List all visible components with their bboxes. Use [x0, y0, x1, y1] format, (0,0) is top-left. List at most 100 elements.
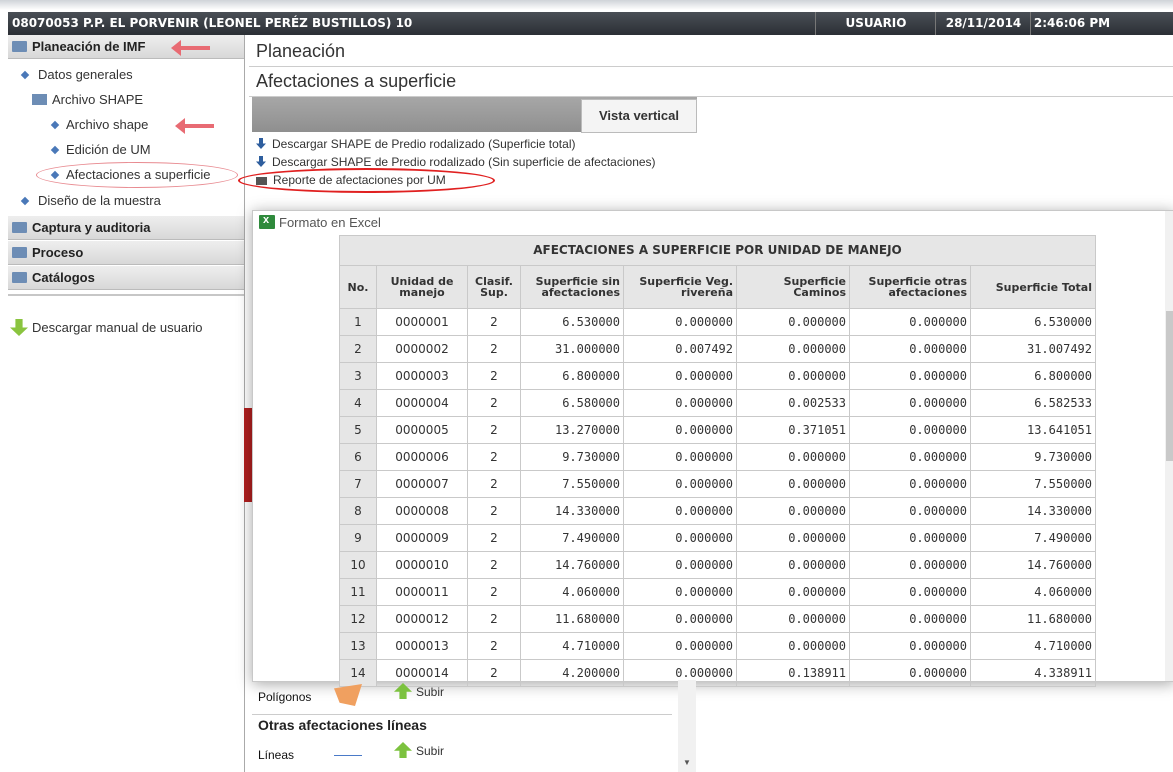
table-cell: 7.490000	[520, 524, 624, 552]
chevron-down-icon[interactable]: ▼	[683, 758, 691, 767]
annotation-oval	[238, 168, 495, 193]
column-header: Superficie otras afectaciones	[849, 265, 971, 309]
table-cell: 0.000000	[623, 524, 737, 552]
sidebar-section-proceso[interactable]: Proceso	[8, 241, 244, 265]
table-cell: 0000012	[376, 605, 468, 633]
lower-panel: Polígonos Subir Otras afectaciones línea…	[252, 680, 696, 772]
table-cell: 2	[467, 470, 521, 498]
bullet-icon	[20, 70, 30, 80]
table-row: 3 0000003 2 6.800000 0.000000 0.000000 0.00000…	[339, 362, 1096, 390]
table-cell: 2	[467, 524, 521, 552]
folder-icon	[12, 222, 27, 233]
table-cell: 2	[339, 335, 377, 363]
table-row: 9 0000009 2 7.490000 0.000000 0.000000 0.00000…	[339, 524, 1096, 552]
table-cell: 1	[339, 308, 377, 336]
table-cell: 6.530000	[520, 308, 624, 336]
table-cell: 0000005	[376, 416, 468, 444]
line-icon	[334, 755, 362, 756]
date-label: 28/11/2014	[935, 12, 1031, 35]
upload-lines-button[interactable]: Subir	[394, 742, 444, 758]
upload-polygons-button[interactable]: Subir	[394, 683, 444, 699]
sidebar-section-label: Proceso	[32, 245, 84, 260]
sidebar-item-archivo-shape-folder[interactable]: Archivo SHAPE	[52, 92, 143, 107]
table-row: 11 0000011 2 4.060000 0.000000 0.000000 0.0000…	[339, 578, 1096, 606]
vertical-scrollbar[interactable]	[1165, 211, 1173, 681]
table-cell: 11	[339, 578, 377, 606]
table-cell: 0.002533	[736, 389, 850, 417]
table-cell: 2	[467, 308, 521, 336]
otras-afectaciones-title: Otras afectaciones líneas	[258, 717, 427, 733]
table-cell: 0000006	[376, 443, 468, 471]
download-manual-link[interactable]: Descargar manual de usuario	[32, 320, 203, 335]
table-cell: 6.800000	[520, 362, 624, 390]
collapse-handle[interactable]	[244, 408, 252, 502]
table-row: 7 0000007 2 7.550000 0.000000 0.000000 0.00000…	[339, 470, 1096, 498]
table-cell: 6.800000	[970, 362, 1096, 390]
table-cell: 0.000000	[623, 605, 737, 633]
table-cell: 13.270000	[520, 416, 624, 444]
sidebar-section-label: Catálogos	[32, 270, 95, 285]
section-title-text: Afectaciones a superficie	[256, 71, 457, 91]
bullet-icon	[20, 196, 30, 206]
sidebar-section-label: Captura y auditoria	[32, 220, 151, 235]
table-row: 10 0000010 2 14.760000 0.000000 0.000000 0.000…	[339, 551, 1096, 579]
scrollbar-thumb[interactable]	[1166, 311, 1173, 461]
table-cell: 7	[339, 470, 377, 498]
sidebar-item-afectaciones[interactable]: Afectaciones a superficie	[66, 167, 211, 182]
table-cell: 0000004	[376, 389, 468, 417]
table-cell: 14.330000	[520, 497, 624, 525]
folder-icon	[32, 94, 47, 105]
sidebar-section-catalogos[interactable]: Catálogos	[8, 266, 244, 290]
table-cell: 0.000000	[849, 632, 971, 660]
table-cell: 2	[467, 578, 521, 606]
table-cell: 2	[467, 497, 521, 525]
table-cell: 0.000000	[736, 362, 850, 390]
link-label: Descargar SHAPE de Predio rodalizado (Su…	[272, 137, 576, 151]
folder-icon	[12, 272, 27, 283]
table-cell: 0.000000	[623, 497, 737, 525]
table-cell: 31.000000	[520, 335, 624, 363]
table-cell: 0.000000	[623, 308, 737, 336]
table-cell: 31.007492	[970, 335, 1096, 363]
table-cell: 0.000000	[849, 659, 971, 687]
table-row: 6 0000006 2 9.730000 0.000000 0.000000 0.00000…	[339, 443, 1096, 471]
table-cell: 0.371051	[736, 416, 850, 444]
table-cell: 10	[339, 551, 377, 579]
folder-icon	[12, 247, 27, 258]
table-cell: 0000002	[376, 335, 468, 363]
column-header: Unidad de manejo	[376, 265, 468, 309]
sidebar-item-edicion-um[interactable]: Edición de UM	[66, 142, 151, 157]
table-cell: 4.060000	[520, 578, 624, 606]
sidebar-section-captura[interactable]: Captura y auditoria	[8, 216, 244, 240]
table-cell: 6.582533	[970, 389, 1096, 417]
download-shape-sin-afectaciones-link[interactable]: Descargar SHAPE de Predio rodalizado (Si…	[256, 155, 656, 169]
table-cell: 4.710000	[970, 632, 1096, 660]
table-cell: 0.000000	[849, 443, 971, 471]
table-cell: 7.550000	[970, 470, 1096, 498]
sidebar-item-archivo-shape[interactable]: Archivo shape	[66, 117, 148, 132]
table-cell: 0.000000	[736, 497, 850, 525]
sidebar-item-diseno[interactable]: Diseño de la muestra	[38, 193, 161, 208]
table-cell: 0000013	[376, 632, 468, 660]
table-cell: 14.330000	[970, 497, 1096, 525]
table-cell: 2	[467, 362, 521, 390]
vista-vertical-button[interactable]: Vista vertical	[581, 99, 697, 133]
download-shape-total-link[interactable]: Descargar SHAPE de Predio rodalizado (Su…	[256, 137, 575, 151]
column-header: Clasif. Sup.	[467, 265, 521, 309]
table-cell: 0.000000	[849, 470, 971, 498]
page-title: Planeación	[249, 38, 1173, 67]
table-cell: 9	[339, 524, 377, 552]
upload-label: Subir	[416, 685, 445, 699]
table-cell: 0.000000	[849, 497, 971, 525]
table-cell: 0.007492	[623, 335, 737, 363]
download-arrow-icon	[256, 138, 266, 149]
table-row: 4 0000004 2 6.580000 0.000000 0.002533 0.00000…	[339, 389, 1096, 417]
excel-export-link[interactable]: Formato en Excel	[259, 214, 381, 230]
lineas-label: Líneas	[258, 748, 295, 762]
table-cell: 7.550000	[520, 470, 624, 498]
table-cell: 2	[467, 632, 521, 660]
table-cell: 9.730000	[520, 443, 624, 471]
annotation-arrow	[175, 118, 214, 134]
table-cell: 13	[339, 632, 377, 660]
sidebar-item-datos-generales[interactable]: Datos generales	[38, 67, 133, 82]
